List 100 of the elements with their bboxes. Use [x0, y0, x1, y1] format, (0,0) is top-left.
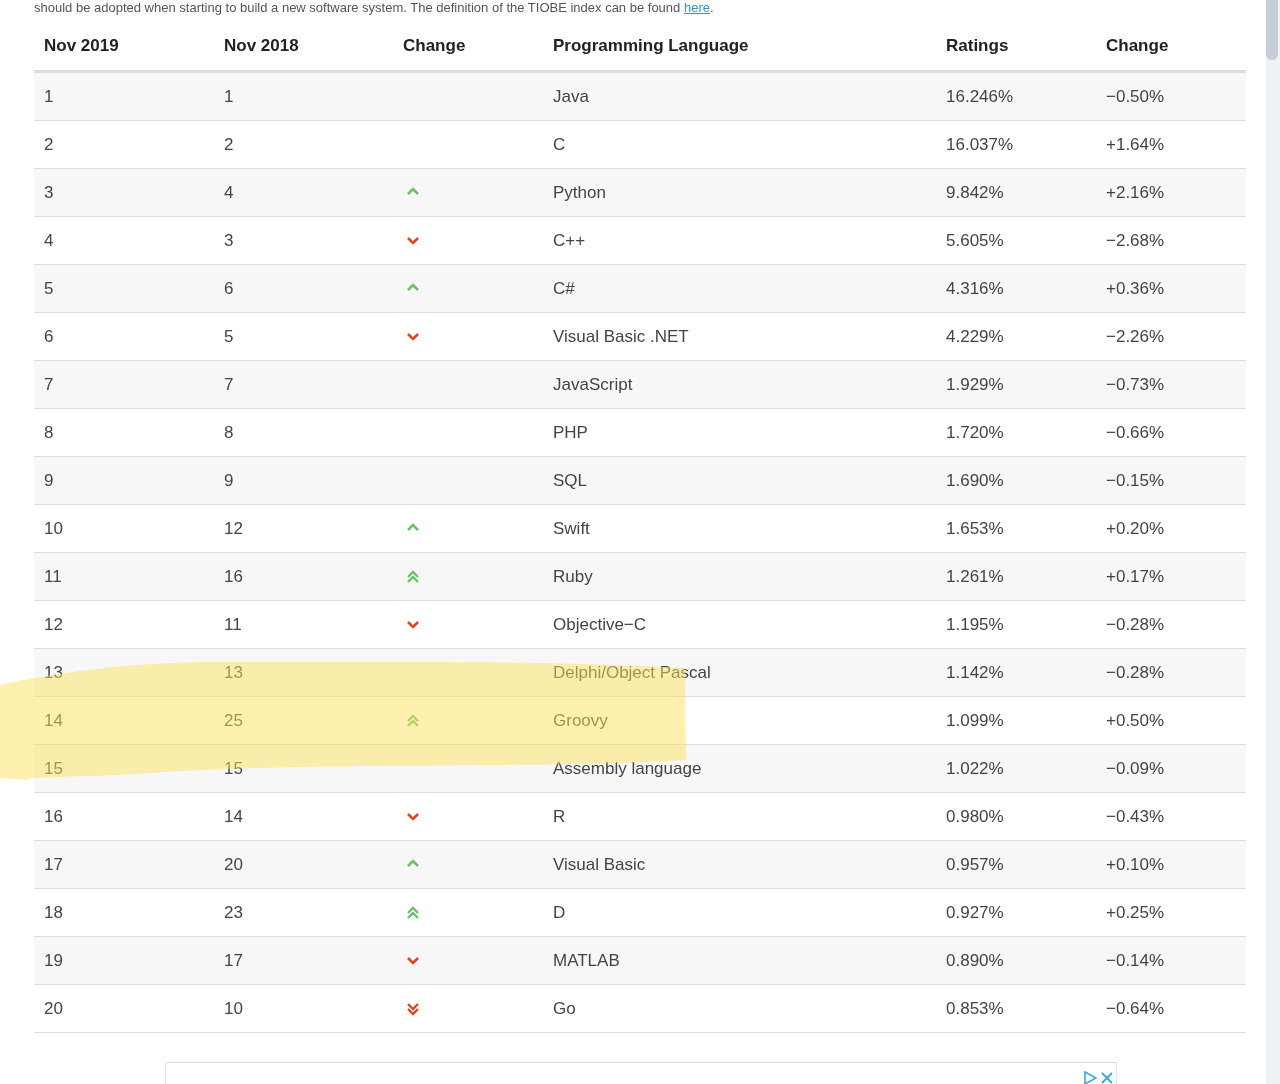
table-cell: −0.09%	[1096, 744, 1246, 793]
table-cell: 3	[214, 216, 393, 265]
table-cell: 2	[34, 120, 214, 169]
play-triangle-icon[interactable]	[1083, 1071, 1097, 1084]
scrollbar-thumb[interactable]	[1266, 0, 1278, 60]
table-cell: 7	[214, 360, 393, 409]
table-cell: Delphi/Object Pascal	[543, 648, 936, 697]
table-cell: −2.68%	[1096, 216, 1246, 265]
table-cell: −0.15%	[1096, 456, 1246, 505]
table-cell: SQL	[543, 456, 936, 505]
table-cell: 0.980%	[936, 792, 1096, 841]
table-cell: 4.316%	[936, 264, 1096, 313]
table-cell: 12	[34, 600, 214, 649]
table-cell: 4	[214, 168, 393, 217]
table-cell: MATLAB	[543, 936, 936, 985]
table-cell: 12	[214, 504, 393, 553]
table-cell: 1.261%	[936, 552, 1096, 601]
table-cell: −0.64%	[1096, 984, 1246, 1033]
table-cell: 10	[34, 504, 214, 553]
table-cell: Visual Basic	[543, 840, 936, 889]
table-cell: 18	[34, 888, 214, 937]
table-cell: +0.50%	[1096, 696, 1246, 745]
table-cell: Java	[543, 71, 936, 121]
table-cell: 1.929%	[936, 360, 1096, 409]
table-cell: +0.36%	[1096, 264, 1246, 313]
table-cell: −2.26%	[1096, 312, 1246, 361]
table-cell: 20	[34, 984, 214, 1033]
table-cell: D	[543, 888, 936, 937]
table-cell: Assembly language	[543, 744, 936, 793]
table-cell: Objective−C	[543, 600, 936, 649]
table-cell: 17	[214, 936, 393, 985]
table-cell: +0.10%	[1096, 840, 1246, 889]
table-cell: +0.20%	[1096, 504, 1246, 553]
table-cell: 1.142%	[936, 648, 1096, 697]
table-cell: 0.927%	[936, 888, 1096, 937]
here-link[interactable]: here	[683, 0, 710, 15]
table-cell: 5.605%	[936, 216, 1096, 265]
table-cell: 3	[34, 168, 214, 217]
table-cell: 19	[34, 936, 214, 985]
table-cell: Swift	[543, 504, 936, 553]
table-cell: 1.195%	[936, 600, 1096, 649]
table-cell: 13	[214, 648, 393, 697]
table-cell: −0.28%	[1096, 648, 1246, 697]
table-cell: −0.43%	[1096, 792, 1246, 841]
table-cell: +1.64%	[1096, 120, 1246, 169]
table-cell: 4	[34, 216, 214, 265]
table-cell: Go	[543, 984, 936, 1033]
table-cell: 16	[214, 552, 393, 601]
table-cell: −0.66%	[1096, 408, 1246, 457]
table-cell: 17	[34, 840, 214, 889]
table-cell: 4.229%	[936, 312, 1096, 361]
table-cell: 1	[214, 71, 393, 121]
table-cell: 7	[34, 360, 214, 409]
table-cell: 1.099%	[936, 696, 1096, 745]
table-cell: Python	[543, 168, 936, 217]
table-cell: 6	[34, 312, 214, 361]
table-cell: PHP	[543, 408, 936, 457]
table-cell: 15	[34, 744, 214, 793]
table-cell: 23	[214, 888, 393, 937]
table-cell: −0.50%	[1096, 71, 1246, 121]
table-cell: 9.842%	[936, 168, 1096, 217]
table-cell: 16.246%	[936, 71, 1096, 121]
table-cell: 9	[34, 456, 214, 505]
table-cell: 6	[214, 264, 393, 313]
table-cell: 8	[214, 408, 393, 457]
table-cell: −0.14%	[1096, 936, 1246, 985]
table-cell: 1.720%	[936, 408, 1096, 457]
table-cell: −0.28%	[1096, 600, 1246, 649]
table-cell: 0.957%	[936, 840, 1096, 889]
table-cell: Ruby	[543, 552, 936, 601]
table-cell: 16.037%	[936, 120, 1096, 169]
table-cell: +2.16%	[1096, 168, 1246, 217]
table-cell: 13	[34, 648, 214, 697]
table-cell: R	[543, 792, 936, 841]
close-icon[interactable]	[1100, 1071, 1114, 1084]
table-cell: +0.17%	[1096, 552, 1246, 601]
table-cell: −0.73%	[1096, 360, 1246, 409]
table-cell: 0.890%	[936, 936, 1096, 985]
table-cell: 11	[34, 552, 214, 601]
table-cell: 20	[214, 840, 393, 889]
table-cell: 1.690%	[936, 456, 1096, 505]
table-cell: 5	[34, 264, 214, 313]
table-cell: 14	[214, 792, 393, 841]
table-cell: 5	[214, 312, 393, 361]
table-cell: C	[543, 120, 936, 169]
table-cell: 0.853%	[936, 984, 1096, 1033]
table-cell: 15	[214, 744, 393, 793]
table-cell: C++	[543, 216, 936, 265]
table-cell: C#	[543, 264, 936, 313]
table-cell: 8	[34, 408, 214, 457]
table-cell: 10	[214, 984, 393, 1033]
table-cell: 1.653%	[936, 504, 1096, 553]
table-cell: +0.25%	[1096, 888, 1246, 937]
table-cell: 11	[214, 600, 393, 649]
table-cell: Visual Basic .NET	[543, 312, 936, 361]
table-cell: 1	[34, 71, 214, 121]
table-cell: JavaScript	[543, 360, 936, 409]
table-cell: 2	[214, 120, 393, 169]
table-cell: 16	[34, 792, 214, 841]
table-cell: 1.022%	[936, 744, 1096, 793]
